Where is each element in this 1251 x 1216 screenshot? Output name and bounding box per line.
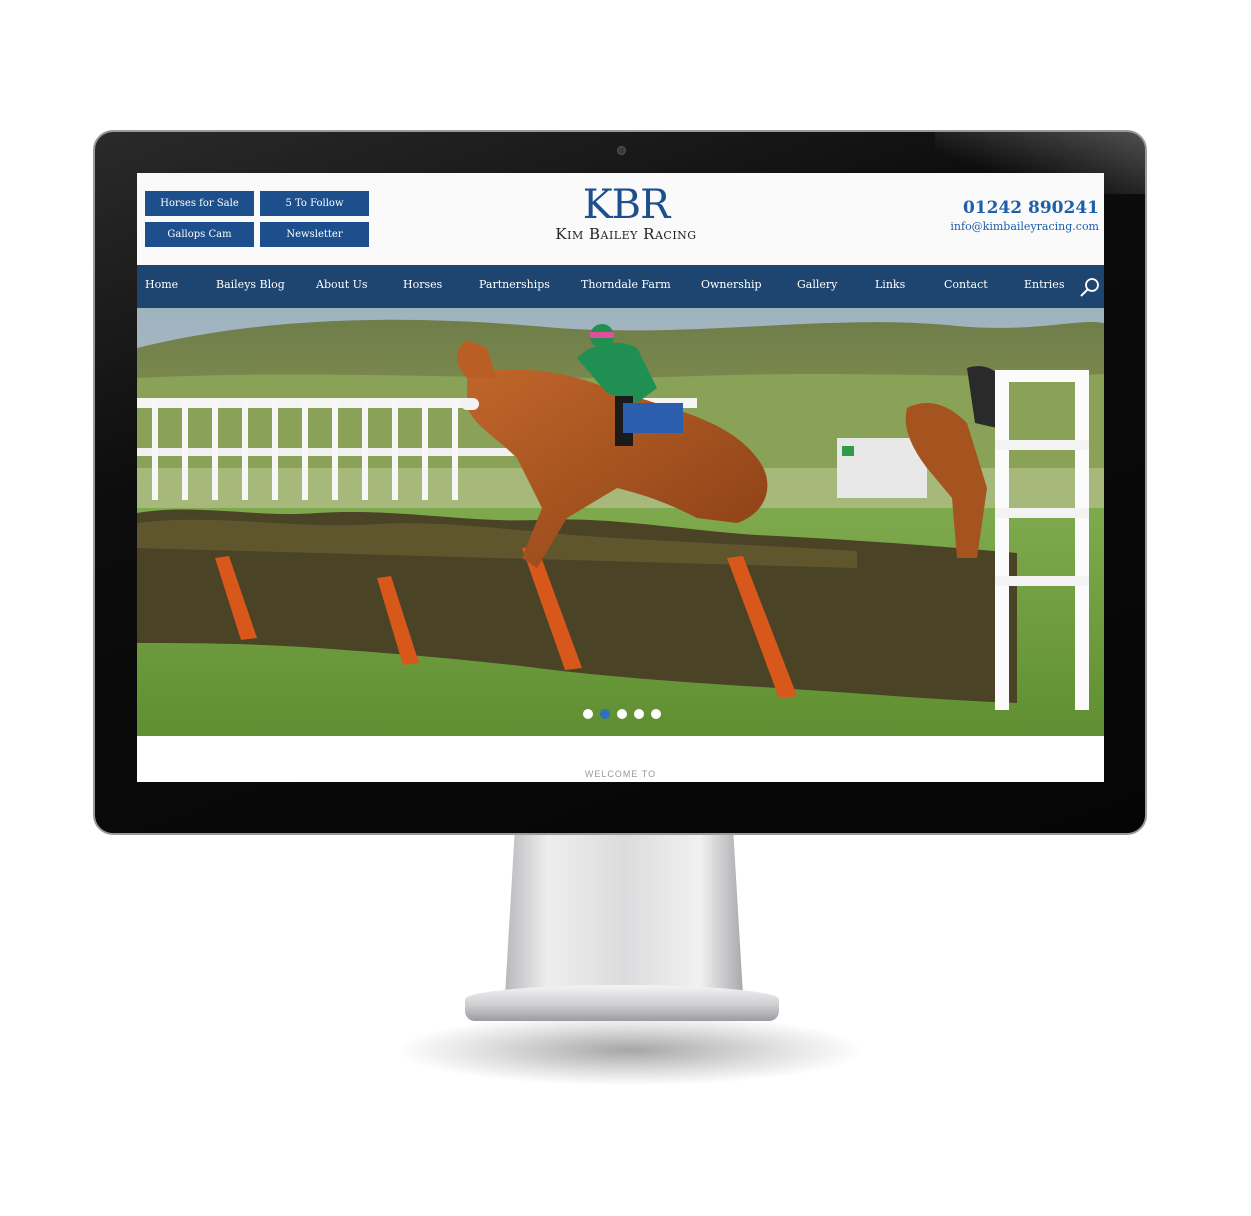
gallops-cam-button[interactable]: Gallops Cam [145, 222, 254, 247]
nav-item-contact[interactable]: Contact [944, 265, 988, 308]
nav-item-thorndale-farm[interactable]: Thorndale Farm [581, 265, 671, 308]
site-logo[interactable]: KBR Kim Bailey Racing [541, 185, 711, 243]
slide-dot-active[interactable] [600, 709, 610, 719]
site-header: Horses for Sale 5 To Follow Gallops Cam … [137, 173, 1104, 265]
logo-mark: KBR [582, 182, 670, 228]
slide-indicators [583, 709, 661, 719]
slide-dot[interactable] [651, 709, 661, 719]
phone-number[interactable]: 01242 890241 [963, 198, 1099, 218]
welcome-heading: WELCOME TO [584, 769, 657, 779]
hero-slideshow[interactable] [137, 308, 1104, 736]
nav-item-partnerships[interactable]: Partnerships [479, 265, 550, 308]
search-icon[interactable] [1079, 276, 1101, 298]
slide-dot[interactable] [617, 709, 627, 719]
nav-item-ownership[interactable]: Ownership [701, 265, 762, 308]
nav-item-home[interactable]: Home [145, 265, 178, 308]
monitor-stand [505, 835, 743, 995]
nav-item-gallery[interactable]: Gallery [797, 265, 837, 308]
nav-item-links[interactable]: Links [875, 265, 905, 308]
nav-item-entries[interactable]: Entries [1024, 265, 1064, 308]
email-link[interactable]: info@kimbaileyracing.com [950, 220, 1099, 233]
nav-item-horses[interactable]: Horses [403, 265, 442, 308]
hero-image [137, 308, 1104, 736]
slide-dot[interactable] [583, 709, 593, 719]
website-screen: Horses for Sale 5 To Follow Gallops Cam … [137, 173, 1104, 782]
camera-icon [617, 146, 626, 155]
nav-item-baileys-blog[interactable]: Baileys Blog [216, 265, 285, 308]
slide-dot[interactable] [634, 709, 644, 719]
horses-for-sale-button[interactable]: Horses for Sale [145, 191, 254, 216]
nav-item-about-us[interactable]: About Us [316, 265, 368, 308]
monitor-base [465, 985, 779, 1021]
stand-shadow [400, 1015, 860, 1085]
newsletter-button[interactable]: Newsletter [260, 222, 369, 247]
main-nav: Home Baileys Blog About Us Horses Partne… [137, 265, 1104, 308]
five-to-follow-button[interactable]: 5 To Follow [260, 191, 369, 216]
logo-name: Kim Bailey Racing [555, 225, 697, 243]
